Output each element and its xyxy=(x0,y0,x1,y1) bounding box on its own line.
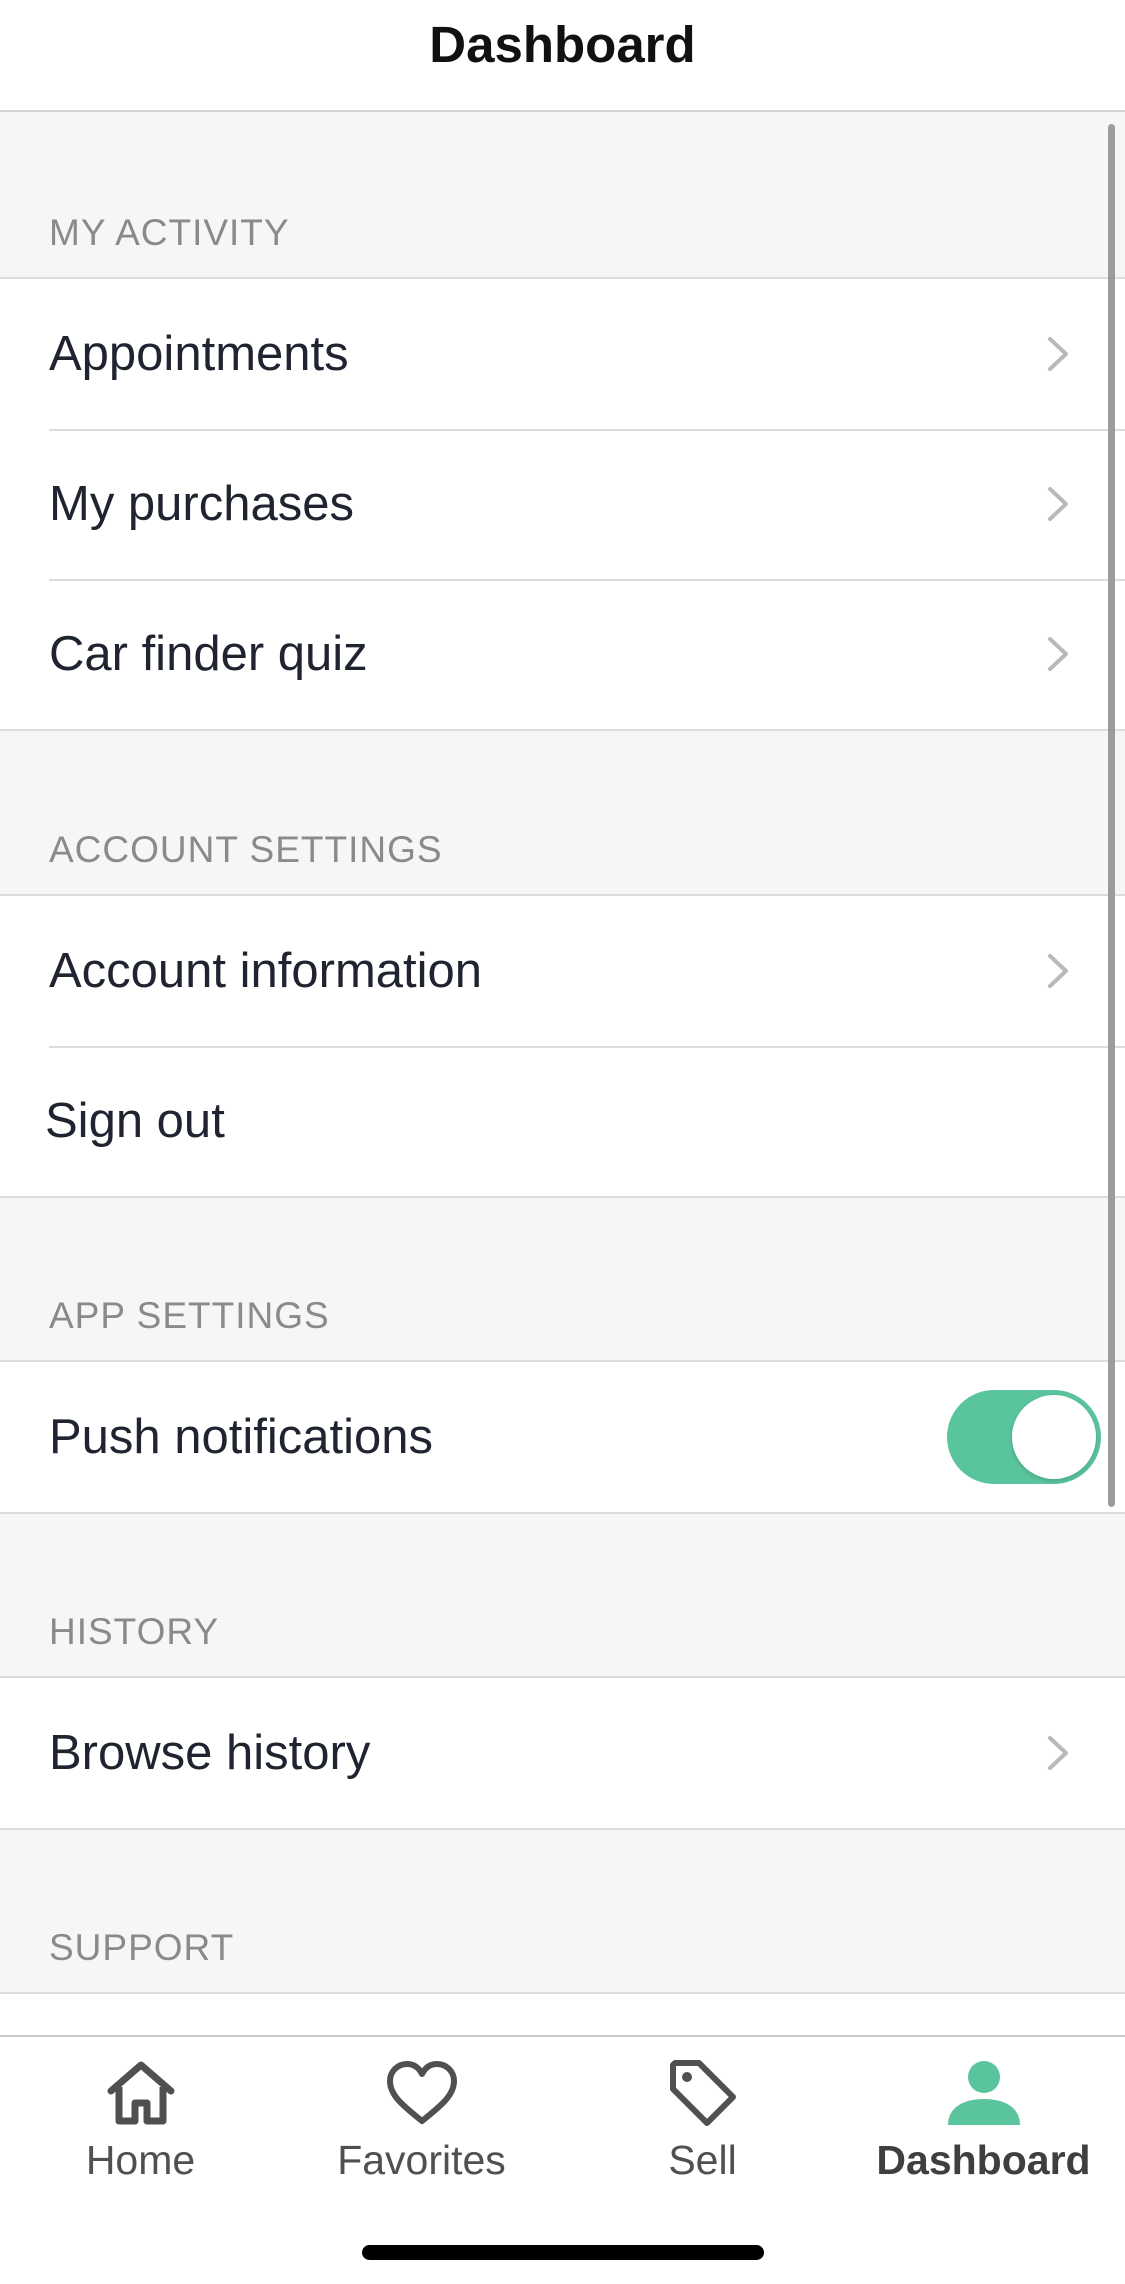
person-icon xyxy=(947,2061,1020,2125)
row-appointments[interactable]: Appointments xyxy=(0,279,1125,429)
tab-label: Dashboard xyxy=(876,2137,1091,2183)
row-label: Account information xyxy=(49,944,483,998)
chevron-right-icon xyxy=(1048,1736,1068,1770)
group-support xyxy=(0,1992,1125,2035)
group-app-settings: Push notifications xyxy=(0,1360,1125,1514)
scrollbar[interactable] xyxy=(1108,124,1115,1507)
chevron-right-icon xyxy=(1048,637,1068,671)
section-header-account-settings: ACCOUNT SETTINGS xyxy=(49,829,443,870)
tab-label: Sell xyxy=(668,2137,737,2183)
tab-favorites[interactable]: Favorites xyxy=(281,2037,562,2207)
row-car-finder-quiz[interactable]: Car finder quiz xyxy=(0,579,1125,729)
row-label: Browse history xyxy=(49,1726,371,1780)
row-label: Appointments xyxy=(49,327,349,381)
row-label: Push notifications xyxy=(49,1410,434,1464)
tab-dashboard[interactable]: Dashboard xyxy=(843,2037,1124,2207)
row-sign-out[interactable]: Sign out xyxy=(0,1046,1125,1196)
chevron-right-icon xyxy=(1048,954,1068,988)
dashboard-list[interactable]: MY ACTIVITY Appointments My purchases Ca… xyxy=(0,112,1125,2035)
group-my-activity: Appointments My purchases Car finder qui… xyxy=(0,277,1125,731)
chevron-right-icon xyxy=(1048,337,1068,371)
row-push-notifications: Push notifications xyxy=(0,1362,1125,1512)
row-browse-history[interactable]: Browse history xyxy=(0,1678,1125,1828)
push-notifications-toggle[interactable] xyxy=(947,1390,1101,1484)
group-account-settings: Account information Sign out xyxy=(0,894,1125,1198)
house-icon xyxy=(107,2061,174,2125)
toggle-knob xyxy=(1012,1395,1096,1479)
tab-sell[interactable]: Sell xyxy=(562,2037,843,2207)
page-title: Dashboard xyxy=(429,15,696,73)
heart-icon xyxy=(386,2061,457,2124)
nav-header: Dashboard xyxy=(0,0,1125,112)
section-header-history: HISTORY xyxy=(49,1611,220,1652)
row-account-information[interactable]: Account information xyxy=(0,896,1125,1046)
chevron-right-icon xyxy=(1048,487,1068,521)
section-header-support: SUPPORT xyxy=(49,1927,235,1968)
tab-home[interactable]: Home xyxy=(0,2037,281,2207)
price-tag-icon xyxy=(669,2060,736,2126)
tab-label: Home xyxy=(85,2137,196,2183)
row-label: Sign out xyxy=(45,1094,225,1148)
group-history: Browse history xyxy=(0,1676,1125,1830)
home-indicator xyxy=(362,2245,764,2260)
section-header-app-settings: APP SETTINGS xyxy=(49,1295,330,1336)
tab-label: Favorites xyxy=(337,2137,506,2183)
row-label: My purchases xyxy=(49,477,355,531)
row-label: Car finder quiz xyxy=(49,627,368,681)
row-my-purchases[interactable]: My purchases xyxy=(0,429,1125,579)
section-header-my-activity: MY ACTIVITY xyxy=(49,212,290,253)
